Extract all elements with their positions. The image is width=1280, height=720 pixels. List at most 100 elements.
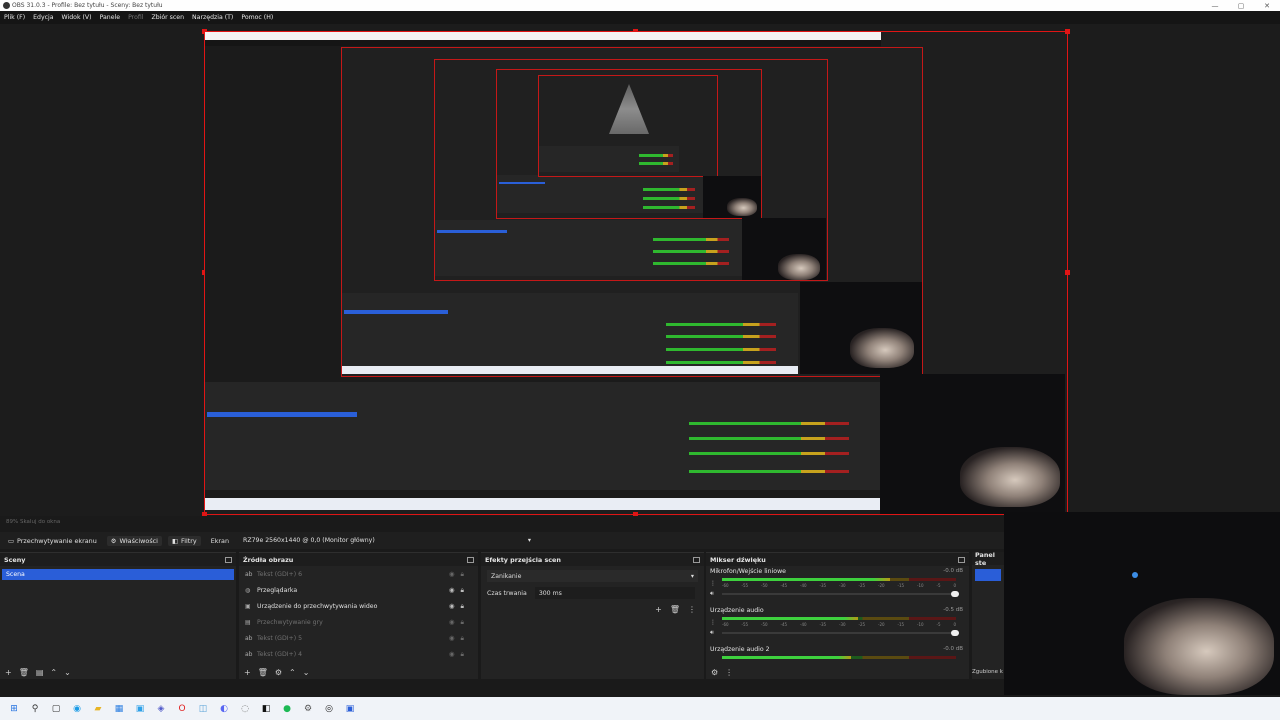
lock-icon[interactable]: 🔒︎ — [461, 634, 464, 643]
start-streaming-button[interactable] — [975, 569, 1001, 581]
meter-tick-label: -50 — [761, 583, 768, 588]
meter-tick-label: -60 — [722, 622, 729, 627]
more-options-icon[interactable]: ⋮ — [725, 668, 733, 677]
undock-icon[interactable] — [958, 556, 965, 563]
move-up-button[interactable]: ⌃ — [50, 668, 57, 677]
meter-tick-label: 0 — [953, 622, 956, 627]
meter-tick-label: -5 — [936, 622, 941, 627]
undock-icon[interactable] — [693, 556, 700, 563]
speaker-icon[interactable]: 🔊︎ — [710, 590, 714, 598]
eye-icon[interactable]: ◉ — [449, 602, 455, 611]
remove-source-button[interactable]: 🗑 — [258, 668, 268, 677]
app-icon[interactable]: ▣ — [342, 701, 358, 717]
volume-slider[interactable] — [722, 630, 959, 636]
filters-button[interactable]: ◧ Filtry — [167, 535, 201, 546]
menu-help[interactable]: Pomoc (H) — [241, 14, 273, 21]
windows-icon[interactable]: ⊞ — [6, 701, 22, 717]
discord-icon[interactable]: ◐ — [216, 701, 232, 717]
source-row[interactable]: ▤ Przechwytywanie gry ◉ 🔒︎ — [239, 614, 478, 630]
file-explorer-icon[interactable]: ▰ — [90, 701, 106, 717]
meter-tick-label: -25 — [858, 622, 866, 627]
volume-slider-knob[interactable] — [951, 591, 959, 597]
eye-icon[interactable]: ◉ — [449, 586, 455, 595]
properties-button[interactable]: ⚙ Właściwości — [106, 535, 162, 546]
menu-tools[interactable]: Narzędzia (T) — [192, 14, 233, 21]
add-scene-button[interactable]: + — [5, 668, 12, 677]
window-title: OBS 31.0.3 - Profile: Bez tytułu - Sceny… — [12, 2, 163, 9]
move-up-button[interactable]: ⌃ — [289, 668, 296, 677]
more-options-icon[interactable]: ⋮ — [710, 619, 716, 626]
source-properties-button[interactable]: ⚙ — [275, 668, 282, 677]
preview-canvas[interactable] — [202, 29, 1070, 517]
gear-icon[interactable]: ⚙ — [711, 668, 718, 677]
duration-input[interactable]: 300 ms — [534, 587, 695, 599]
transitions-dock-header: Efekty przejścia scen — [481, 553, 704, 566]
source-row[interactable]: ab Tekst (GDI+) 5 ◉ 🔒︎ — [239, 630, 478, 646]
eye-icon[interactable]: ◉ — [449, 634, 455, 643]
add-source-button[interactable]: + — [244, 668, 251, 677]
menu-view[interactable]: Widok (V) — [62, 14, 92, 21]
lock-icon[interactable]: 🔒︎ — [461, 570, 464, 579]
lock-icon[interactable]: 🔒︎ — [461, 602, 464, 611]
teams-icon[interactable]: ◈ — [153, 701, 169, 717]
trash-icon[interactable]: 🗑 — [670, 605, 680, 614]
photos-icon[interactable]: ▣ — [132, 701, 148, 717]
menu-scene-collection[interactable]: Zbiór scen — [152, 14, 185, 21]
capcut-icon[interactable]: ◧ — [258, 701, 274, 717]
store-icon[interactable]: ▦ — [111, 701, 127, 717]
source-row[interactable]: ◍ Przeglądarka ◉ 🔒︎ — [239, 582, 478, 598]
window-titlebar: OBS 31.0.3 - Profile: Bez tytułu - Sceny… — [0, 0, 1280, 11]
speaker-icon[interactable]: 🔊︎ — [710, 629, 714, 637]
transition-select-value: Zanikanie — [491, 572, 522, 580]
source-label: Tekst (GDI+) 6 — [257, 570, 303, 578]
transitions-dock: Efekty przejścia scen Zanikanie ▾ Czas t… — [481, 552, 704, 679]
menu-file[interactable]: Plik (F) — [4, 14, 25, 21]
source-row[interactable]: ab Tekst (GDI+) 4 ◉ 🔒︎ — [239, 646, 478, 662]
minimize-button[interactable]: — — [1202, 0, 1228, 11]
volume-meter — [722, 656, 956, 659]
mixer-channel: Mikrofon/Wejście liniowe -0.0 dB -60 -55 -… — [706, 566, 969, 605]
add-transition-icon[interactable]: + — [655, 605, 662, 614]
lock-icon[interactable]: 🔒︎ — [461, 650, 464, 659]
monitor-select[interactable]: RZ79e 2560x1440 @ 0,0 (Monitor główny) ▾ — [239, 534, 536, 547]
volume-slider-knob[interactable] — [951, 630, 959, 636]
taskview-icon[interactable]: ▢ — [48, 701, 64, 717]
menu-profile[interactable]: Profil — [128, 14, 143, 21]
spotify-icon[interactable]: ● — [279, 701, 295, 717]
close-button[interactable]: ✕ — [1254, 0, 1280, 11]
steam-icon[interactable]: ⚙ — [300, 701, 316, 717]
eye-icon[interactable]: ◉ — [449, 570, 455, 579]
menu-edit[interactable]: Edycja — [33, 14, 53, 21]
lock-icon[interactable]: 🔒︎ — [461, 586, 464, 595]
app-icon[interactable]: ◌ — [237, 701, 253, 717]
search-icon[interactable]: ⚲ — [27, 701, 43, 717]
more-options-icon[interactable]: ⋮ — [710, 580, 716, 587]
undock-icon[interactable] — [467, 556, 474, 563]
eye-icon[interactable]: ◉ — [449, 618, 455, 627]
move-down-button[interactable]: ⌄ — [303, 668, 310, 677]
window-controls: — ▢ ✕ — [1202, 0, 1280, 11]
undock-icon[interactable] — [225, 556, 232, 563]
chevron-down-icon: ▾ — [690, 572, 694, 580]
source-row[interactable]: ab Tekst (GDI+) 6 ◉ 🔒︎ — [239, 566, 478, 582]
meter-tick-label: -10 — [917, 622, 924, 627]
obs-icon[interactable]: ◎ — [321, 701, 337, 717]
transition-select[interactable]: Zanikanie ▾ — [487, 570, 698, 582]
controls-dock-title: Panel ste — [975, 550, 995, 567]
volume-slider[interactable] — [722, 591, 959, 597]
maximize-button[interactable]: ▢ — [1228, 0, 1254, 11]
lock-icon[interactable]: 🔒︎ — [461, 618, 464, 627]
channel-name: Mikrofon/Wejście liniowe — [710, 568, 786, 575]
app-icon[interactable]: ◫ — [195, 701, 211, 717]
preview-area[interactable] — [0, 24, 1280, 517]
scene-filters-button[interactable]: ▤ — [36, 668, 44, 677]
edge-icon[interactable]: ◉ — [69, 701, 85, 717]
more-options-icon[interactable]: ⋮ — [688, 605, 696, 614]
remove-scene-button[interactable]: 🗑 — [19, 668, 29, 677]
menu-docks[interactable]: Panele — [100, 14, 121, 21]
move-down-button[interactable]: ⌄ — [64, 668, 71, 677]
source-row[interactable]: ▣ Urządzenie do przechwytywania wideo ◉ 🔒… — [239, 598, 478, 614]
eye-icon[interactable]: ◉ — [449, 650, 455, 659]
scene-item[interactable]: Scena — [2, 569, 234, 580]
opera-icon[interactable]: O — [174, 701, 190, 717]
